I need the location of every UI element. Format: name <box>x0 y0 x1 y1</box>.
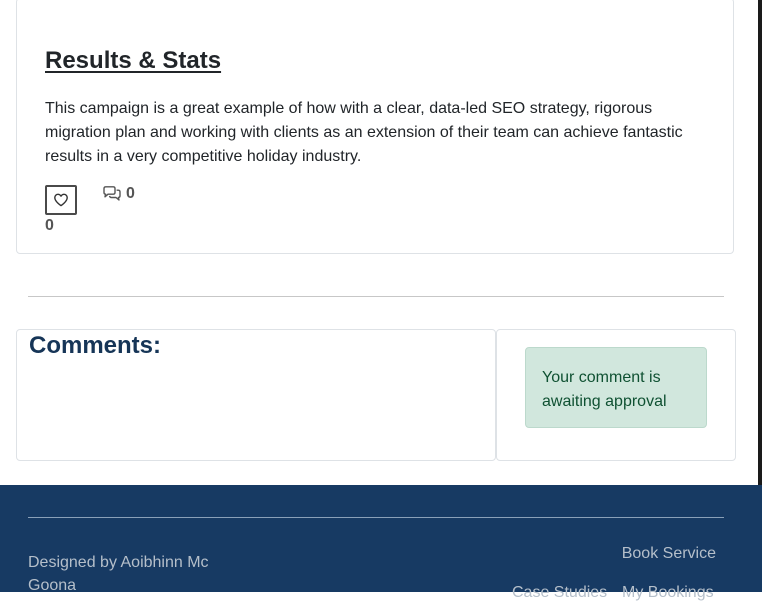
comments-panel: Comments: <box>16 329 496 461</box>
comments-icon <box>103 186 121 201</box>
comment-count-stat: 0 <box>102 185 135 203</box>
heart-icon <box>54 193 68 207</box>
footer-credit: Designed by Aoibhinn Mc Goona <box>28 554 209 594</box>
post-title: Results & Stats <box>45 47 222 74</box>
section-divider <box>28 296 724 297</box>
awaiting-approval-alert: Your comment is awaiting approval <box>525 347 707 428</box>
site-footer: Designed by Aoibhinn Mc Goona Book Servi… <box>0 485 762 601</box>
page-scroll-edge <box>758 0 762 486</box>
footer-divider <box>28 517 724 518</box>
comment-status-panel: Your comment is awaiting approval <box>496 329 736 461</box>
like-button[interactable] <box>45 185 77 215</box>
comment-count: 0 <box>126 185 135 202</box>
footer-link-case-studies[interactable]: Case Studies <box>512 584 607 602</box>
post-body: This campaign is a great example of how … <box>45 100 683 165</box>
comments-heading: Comments: <box>29 332 162 359</box>
post-card: Results & Stats This campaign is a great… <box>16 0 734 254</box>
footer-link-my-bookings[interactable]: My Bookings <box>622 584 714 602</box>
footer-link-book-service[interactable]: Book Service <box>622 545 716 563</box>
like-count: 0 <box>45 217 54 234</box>
